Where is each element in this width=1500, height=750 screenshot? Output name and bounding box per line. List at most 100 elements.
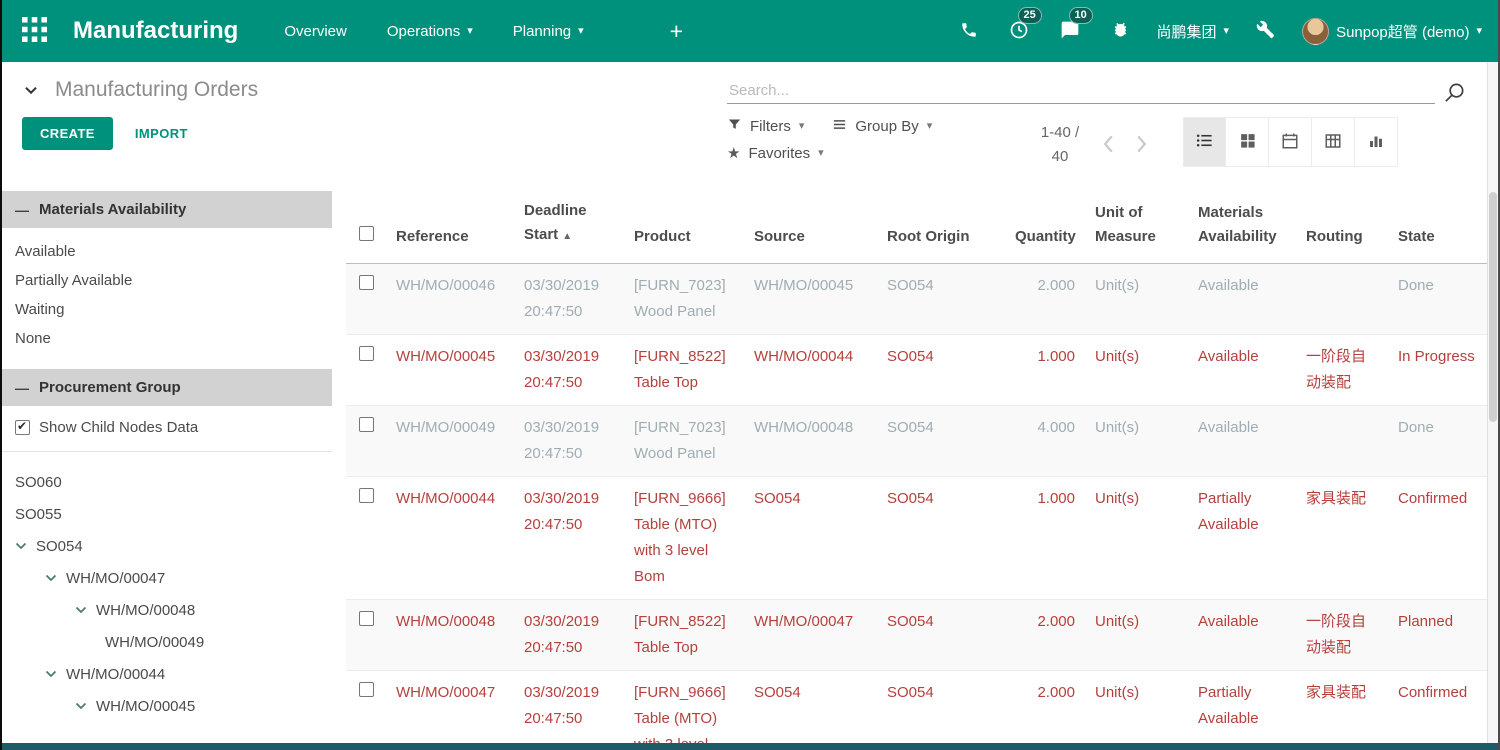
column-header-reference[interactable]: Reference (386, 191, 514, 264)
cell-reference[interactable]: WH/MO/00047 (386, 671, 514, 750)
cell-reference[interactable]: WH/MO/00046 (386, 264, 514, 335)
cell-product[interactable]: [FURN_9666] Table (MTO) with 3 level Bom (624, 671, 744, 750)
cell-routing[interactable]: 家具装配 (1296, 671, 1388, 750)
add-menu-button[interactable]: + (666, 18, 687, 45)
cell-uom[interactable]: Unit(s) (1085, 477, 1188, 600)
cell-state[interactable]: Done (1388, 264, 1488, 335)
column-header-deadline-start[interactable]: Deadline Start▲ (514, 191, 624, 264)
favorites-menu[interactable]: ★ Favorites ▾ (727, 144, 824, 162)
table-row[interactable]: WH/MO/00045 03/30/2019 20:47:50 [FURN_85… (346, 335, 1488, 406)
cell-quantity[interactable]: 1.000 (1005, 477, 1085, 600)
kanban-view-button[interactable] (1226, 117, 1269, 167)
cell-root-origin[interactable]: SO054 (877, 406, 1005, 477)
cell-availability[interactable]: Partially Available (1188, 671, 1296, 750)
import-button[interactable]: IMPORT (133, 118, 190, 149)
cell-routing[interactable] (1296, 264, 1388, 335)
facet-partially-available[interactable]: Partially Available (2, 266, 332, 295)
search-icon[interactable] (1443, 81, 1466, 104)
pivot-view-button[interactable] (1312, 117, 1355, 167)
cell-uom[interactable]: Unit(s) (1085, 671, 1188, 750)
column-header-state[interactable]: State (1388, 191, 1488, 264)
table-row[interactable]: WH/MO/00046 03/30/2019 20:47:50 [FURN_70… (346, 264, 1488, 335)
chevron-down-icon[interactable] (75, 606, 87, 614)
facet-none[interactable]: None (2, 324, 332, 353)
cell-uom[interactable]: Unit(s) (1085, 600, 1188, 671)
cell-quantity[interactable]: 2.000 (1005, 600, 1085, 671)
tree-item[interactable]: WH/MO/00047 (2, 562, 332, 594)
cell-state[interactable]: Done (1388, 406, 1488, 477)
pager-next-button[interactable] (1128, 131, 1155, 160)
messages-button[interactable]: 10 (1056, 16, 1084, 47)
cell-root-origin[interactable]: SO054 (877, 600, 1005, 671)
calendar-view-button[interactable] (1269, 117, 1312, 167)
cell-source[interactable]: SO054 (744, 477, 877, 600)
cell-availability[interactable]: Partially Available (1188, 477, 1296, 600)
search-input[interactable] (727, 78, 1435, 104)
section-procurement-group[interactable]: — Procurement Group (2, 369, 332, 406)
cell-reference[interactable]: WH/MO/00044 (386, 477, 514, 600)
group-by-menu[interactable]: Group By ▾ (832, 117, 932, 136)
show-child-nodes-checkbox[interactable] (15, 420, 30, 435)
debug-button[interactable] (1107, 16, 1134, 46)
cell-source[interactable]: WH/MO/00045 (744, 264, 877, 335)
cell-product[interactable]: [FURN_8522] Table Top (624, 600, 744, 671)
select-all-checkbox[interactable] (359, 226, 374, 241)
company-menu[interactable]: 尚鹏集团 ▾ (1157, 21, 1230, 42)
tree-item[interactable]: WH/MO/00048 (2, 594, 332, 626)
cell-availability[interactable]: Available (1188, 600, 1296, 671)
pager-previous-button[interactable] (1095, 131, 1122, 160)
cell-root-origin[interactable]: SO054 (877, 335, 1005, 406)
facet-waiting[interactable]: Waiting (2, 295, 332, 324)
cell-deadline[interactable]: 03/30/2019 20:47:50 (514, 671, 624, 750)
cell-product[interactable]: [FURN_9666] Table (MTO) with 3 level Bom (624, 477, 744, 600)
menu-operations[interactable]: Operations ▾ (387, 23, 473, 40)
table-row[interactable]: WH/MO/00047 03/30/2019 20:47:50 [FURN_96… (346, 671, 1488, 750)
cell-product[interactable]: [FURN_7023] Wood Panel (624, 264, 744, 335)
vertical-scrollbar[interactable] (1487, 62, 1498, 743)
tree-item[interactable]: SO054 (2, 530, 332, 562)
user-menu[interactable]: Sunpop超管 (demo) ▾ (1302, 18, 1482, 45)
cell-availability[interactable]: Available (1188, 335, 1296, 406)
cell-routing[interactable] (1296, 406, 1388, 477)
apps-menu-button[interactable] (18, 13, 51, 49)
cell-deadline[interactable]: 03/30/2019 20:47:50 (514, 600, 624, 671)
cell-reference[interactable]: WH/MO/00049 (386, 406, 514, 477)
cell-root-origin[interactable]: SO054 (877, 671, 1005, 750)
table-row[interactable]: WH/MO/00048 03/30/2019 20:47:50 [FURN_85… (346, 600, 1488, 671)
facet-available[interactable]: Available (2, 237, 332, 266)
column-header-quantity[interactable]: Quantity (1005, 191, 1085, 264)
column-header-uom[interactable]: Unit of Measure (1085, 191, 1188, 264)
cell-state[interactable]: Confirmed (1388, 671, 1488, 750)
tree-item[interactable]: WH/MO/00045 (2, 690, 332, 722)
cell-availability[interactable]: Available (1188, 264, 1296, 335)
cell-quantity[interactable]: 2.000 (1005, 264, 1085, 335)
cell-deadline[interactable]: 03/30/2019 20:47:50 (514, 264, 624, 335)
tree-item[interactable]: SO060 (2, 466, 332, 498)
cell-quantity[interactable]: 1.000 (1005, 335, 1085, 406)
row-checkbox[interactable] (359, 417, 374, 432)
cell-routing[interactable]: 一阶段自动装配 (1296, 600, 1388, 671)
cell-availability[interactable]: Available (1188, 406, 1296, 477)
scrollbar-thumb[interactable] (1489, 192, 1497, 422)
row-checkbox[interactable] (359, 682, 374, 697)
row-checkbox[interactable] (359, 488, 374, 503)
table-row[interactable]: WH/MO/00044 03/30/2019 20:47:50 [FURN_96… (346, 477, 1488, 600)
column-header-root-origin[interactable]: Root Origin (877, 191, 1005, 264)
cell-uom[interactable]: Unit(s) (1085, 264, 1188, 335)
cell-routing[interactable]: 家具装配 (1296, 477, 1388, 600)
create-button[interactable]: CREATE (22, 117, 113, 150)
list-view-button[interactable] (1183, 117, 1226, 167)
cell-routing[interactable]: 一阶段自动装配 (1296, 335, 1388, 406)
tree-item[interactable]: SO055 (2, 498, 332, 530)
chevron-down-icon[interactable] (45, 670, 57, 678)
cell-quantity[interactable]: 2.000 (1005, 671, 1085, 750)
settings-button[interactable] (1252, 16, 1279, 46)
breadcrumb-actions-button[interactable] (22, 81, 40, 100)
cell-reference[interactable]: WH/MO/00048 (386, 600, 514, 671)
column-header-source[interactable]: Source (744, 191, 877, 264)
cell-root-origin[interactable]: SO054 (877, 477, 1005, 600)
cell-source[interactable]: WH/MO/00048 (744, 406, 877, 477)
column-header-routing[interactable]: Routing (1296, 191, 1388, 264)
menu-overview[interactable]: Overview (284, 23, 347, 40)
cell-state[interactable]: In Progress (1388, 335, 1488, 406)
